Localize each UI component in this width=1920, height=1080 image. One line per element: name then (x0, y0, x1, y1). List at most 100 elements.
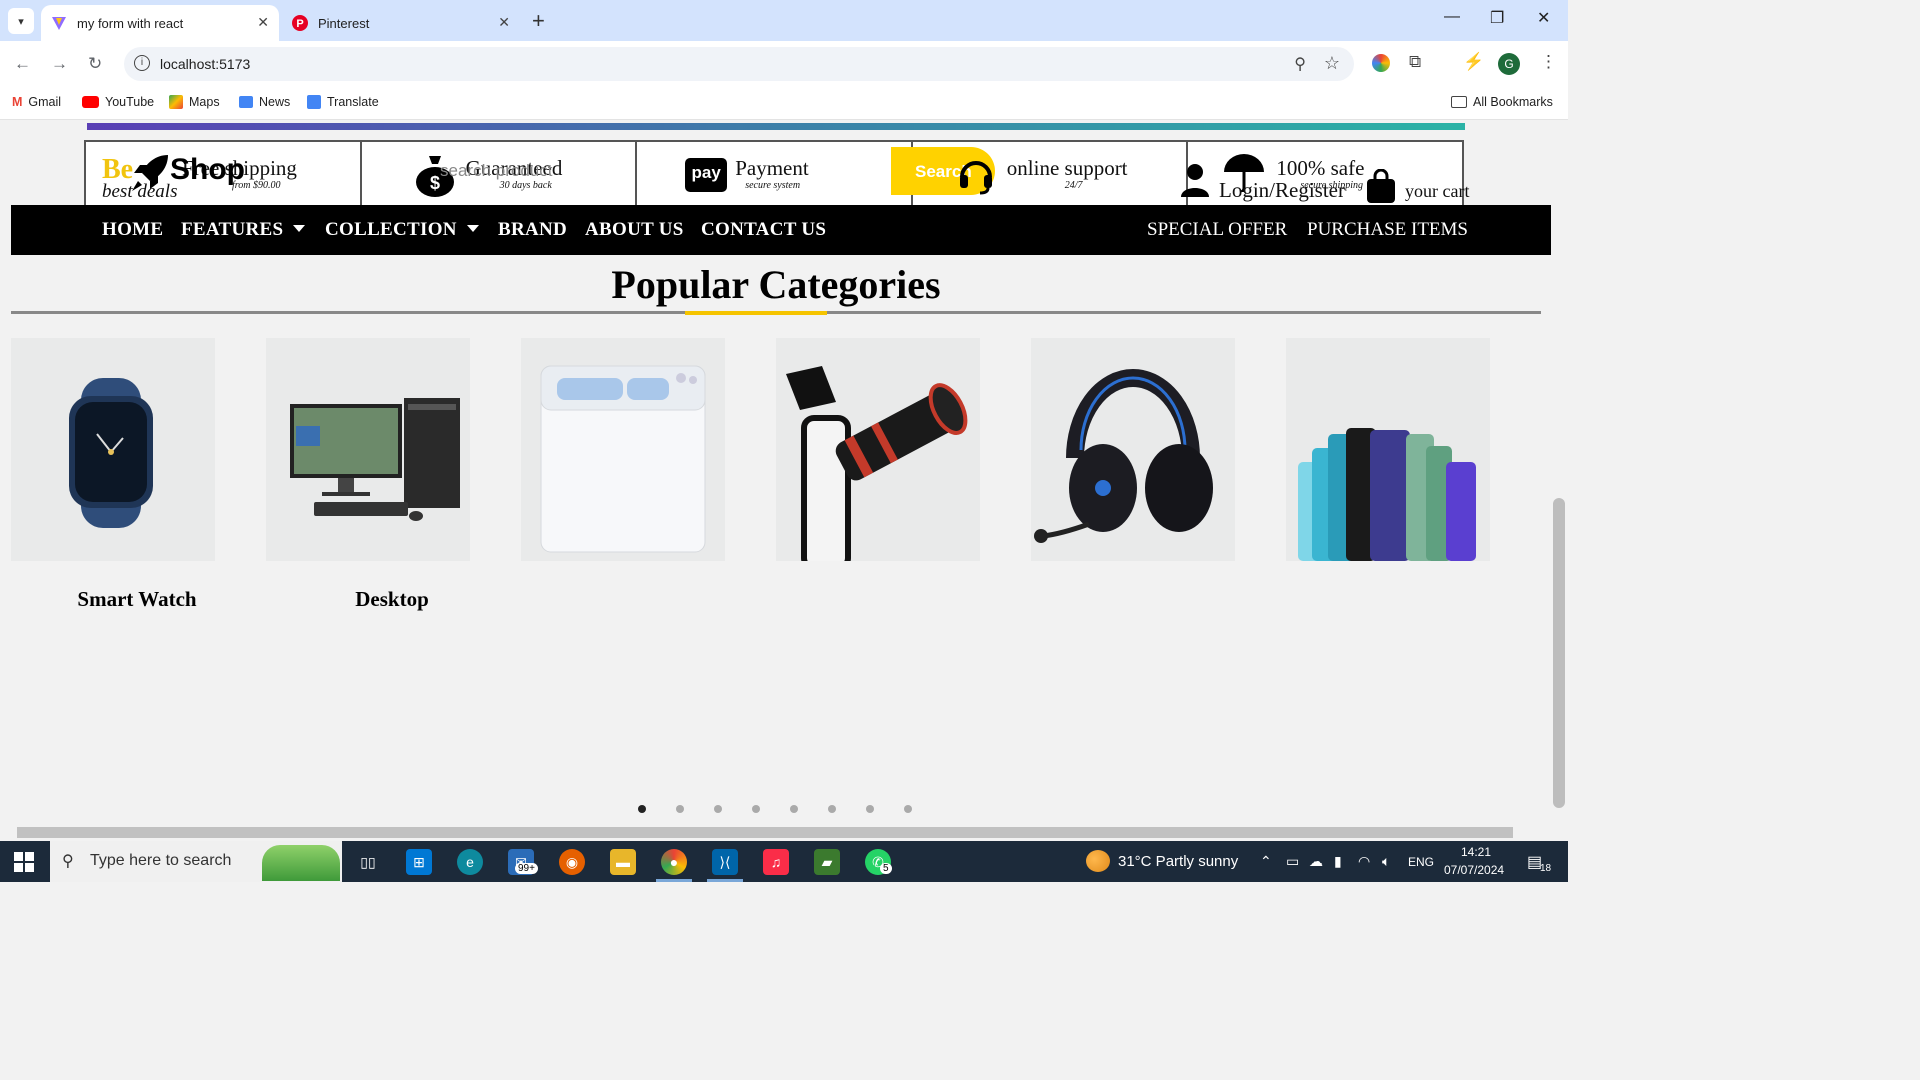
restore-icon[interactable]: ❐ (1490, 8, 1504, 28)
language-indicator[interactable]: ENG (1408, 855, 1434, 869)
taskbar-search[interactable]: ⚲ Type here to search (50, 841, 342, 882)
bookmark-gmail[interactable]: M Gmail (12, 95, 61, 109)
game-app-icon[interactable]: ▰ (814, 849, 840, 875)
taskbar-search-text: Type here to search (90, 852, 232, 869)
vite-favicon-icon (51, 15, 67, 31)
category-card-lens[interactable] (776, 338, 980, 561)
category-card-washing-machine[interactable] (521, 338, 725, 561)
nav-home[interactable]: HOME (102, 219, 163, 241)
logo-shop[interactable]: Shop (170, 153, 245, 187)
vscode-icon[interactable]: ⟩⟨ (712, 849, 738, 875)
nav-purchase-items[interactable]: PURCHASE ITEMS (1307, 219, 1468, 241)
site-info-icon[interactable]: i (134, 55, 150, 71)
battery-icon[interactable]: ▮ (1334, 853, 1342, 870)
weather-text[interactable]: 31°C Partly sunny (1118, 853, 1238, 870)
carousel-dots (638, 805, 912, 813)
tab-my-form[interactable]: my form with react ✕ (41, 5, 279, 41)
forward-icon[interactable]: → (51, 54, 68, 74)
category-card-desktop[interactable] (266, 338, 470, 561)
browser-tab-bar: ▾ my form with react ✕ P Pinterest ✕ + —… (0, 0, 1568, 41)
close-tab-icon[interactable]: ✕ (498, 14, 510, 31)
feature-subtitle: 24/7 (1064, 180, 1083, 191)
carousel-dot[interactable] (790, 805, 798, 813)
folder-icon (1451, 96, 1467, 108)
bookmarks-bar: M Gmail YouTube Maps News Translate All … (0, 86, 1568, 120)
category-card-smart-watch[interactable] (11, 338, 215, 561)
clock-time[interactable]: 14:21 (1461, 845, 1491, 859)
category-card-smartphones[interactable] (1286, 338, 1490, 561)
bookmark-translate[interactable]: Translate (307, 95, 379, 109)
carousel-dot[interactable] (676, 805, 684, 813)
bookmark-label: Translate (327, 95, 379, 109)
cart-link[interactable]: your cart (1405, 181, 1469, 202)
back-icon[interactable]: ← (14, 54, 31, 74)
all-bookmarks[interactable]: All Bookmarks (1451, 95, 1553, 109)
itunes-icon[interactable]: ♫ (763, 849, 789, 875)
color-extension-icon[interactable] (1372, 54, 1390, 72)
show-hidden-icons[interactable]: ⌃ (1260, 853, 1272, 870)
carousel-dot[interactable] (752, 805, 760, 813)
caret-down-icon (293, 225, 306, 232)
close-tab-icon[interactable]: ✕ (257, 14, 269, 31)
carousel-dot[interactable] (714, 805, 722, 813)
windows-start-icon[interactable] (14, 852, 34, 877)
carousel-dot[interactable] (828, 805, 836, 813)
microsoft-store-icon[interactable]: ⊞ (406, 849, 432, 875)
chrome-icon[interactable]: ● (661, 849, 687, 875)
feature-subtitle: secure system (745, 180, 801, 191)
reload-icon[interactable]: ↻ (88, 54, 102, 74)
horizontal-scrollbar-thumb[interactable] (17, 827, 1513, 838)
file-explorer-icon[interactable]: ▬ (610, 849, 636, 875)
close-window-icon[interactable]: ✕ (1537, 8, 1550, 28)
menu-icon[interactable]: ⋮ (1540, 52, 1557, 72)
address-bar[interactable]: i localhost:5173 ⚲ ☆ (124, 47, 1354, 81)
carousel-dot[interactable] (866, 805, 874, 813)
firefox-icon[interactable]: ◉ (559, 849, 585, 875)
profile-avatar[interactable]: G (1498, 53, 1520, 75)
task-view-icon[interactable]: ▯▯ (355, 849, 381, 875)
clock-date[interactable]: 07/07/2024 (1444, 863, 1504, 877)
bookmark-maps[interactable]: Maps (169, 95, 220, 109)
new-tab-button[interactable]: + (532, 8, 545, 34)
tab-pinterest[interactable]: P Pinterest ✕ (282, 5, 520, 41)
shopping-bag-icon[interactable] (1366, 168, 1396, 208)
nav-special-offer[interactable]: SPECIAL OFFER (1147, 219, 1287, 241)
performance-icon[interactable]: ⚡ (1463, 52, 1484, 72)
carousel-dot[interactable] (638, 805, 646, 813)
weather-icon[interactable] (1086, 850, 1110, 872)
device-icon[interactable]: ▭ (1286, 853, 1299, 870)
tab-search-icon[interactable]: ▾ (8, 8, 34, 34)
zoom-icon[interactable]: ⚲ (1294, 54, 1306, 74)
nav-collection[interactable]: COLLECTION (325, 219, 479, 241)
category-label-smart-watch[interactable]: Smart Watch (35, 587, 239, 612)
headset-image (1034, 369, 1213, 543)
nav-contact-us[interactable]: CONTACT US (701, 219, 826, 241)
bookmark-news[interactable]: News (239, 95, 290, 109)
login-register-link[interactable]: Login/Register (1219, 178, 1345, 203)
page-viewport: Free shipping from $90.00 $ Guaranteed 3… (0, 121, 1552, 826)
edge-icon[interactable]: e (457, 849, 483, 875)
bookmark-star-icon[interactable]: ☆ (1324, 53, 1340, 74)
mail-badge: 99+ (515, 863, 538, 874)
carousel-dot[interactable] (904, 805, 912, 813)
onedrive-icon[interactable]: ☁ (1309, 853, 1323, 870)
minimize-icon[interactable]: — (1444, 8, 1460, 26)
nav-label: COLLECTION (325, 219, 457, 240)
user-icon[interactable] (1180, 163, 1210, 202)
rocket-icon (128, 151, 172, 200)
vertical-scrollbar-thumb[interactable] (1553, 498, 1565, 808)
category-card-headset[interactable] (1031, 338, 1235, 561)
search-input[interactable]: search product (440, 161, 552, 181)
windows-taskbar: ⚲ Type here to search ▯▯ ⊞ e ✉ 99+ ◉ ▬ ●… (0, 841, 1568, 882)
nav-about-us[interactable]: ABOUT US (585, 219, 684, 241)
category-label-desktop[interactable]: Desktop (290, 587, 494, 612)
volume-icon[interactable]: 🔈︎ (1382, 853, 1390, 870)
extensions-icon[interactable]: ⧉ (1409, 52, 1421, 72)
header-gradient-bar (87, 123, 1465, 130)
wifi-icon[interactable]: ◠ (1358, 853, 1370, 870)
bookmark-youtube[interactable]: YouTube (82, 95, 154, 109)
nav-brand[interactable]: BRAND (498, 219, 567, 241)
smart-watch-image (69, 378, 153, 528)
vscode-active-indicator (707, 879, 743, 882)
nav-features[interactable]: FEATURES (181, 219, 306, 241)
